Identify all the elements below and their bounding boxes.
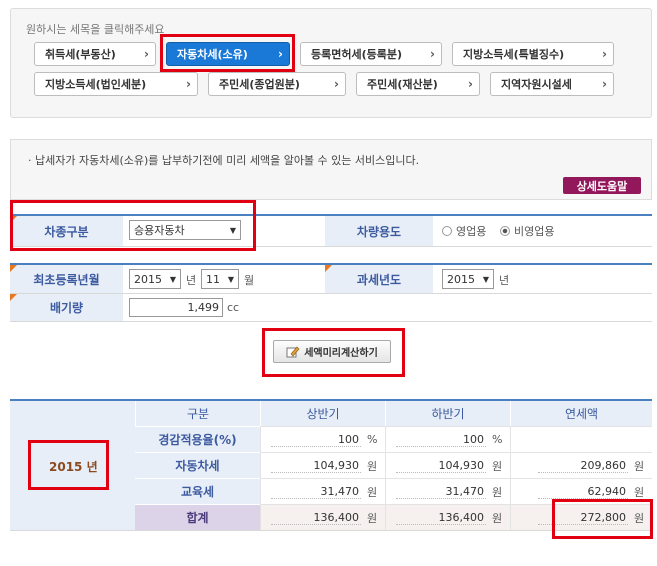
dropdown-arrow-icon: ▼ xyxy=(227,274,234,284)
vehicle-tax-second-half: 104,930 원 xyxy=(385,452,510,478)
vehicle-tax-annual: 209,860 원 xyxy=(510,452,652,478)
required-marker xyxy=(10,294,17,301)
vehicle-use-label: 차량용도 xyxy=(325,216,433,246)
use-option-business[interactable]: 영업용 xyxy=(442,223,486,239)
vehicle-tax-first-half: 104,930 원 xyxy=(260,452,385,478)
month-unit: 월 xyxy=(244,274,255,287)
education-tax-first-half: 31,470 원 xyxy=(260,478,385,504)
tax-button-resident-employee[interactable]: 주민세(종업원분) › xyxy=(208,72,346,96)
highlight-vehicle-type xyxy=(10,200,256,251)
tax-button-resident-property[interactable]: 주민세(재산분) › xyxy=(356,72,480,96)
year-unit: 년 xyxy=(186,274,197,287)
radio-business[interactable] xyxy=(442,226,452,236)
tax-button-local-income-corp[interactable]: 지방소득세(법인세분) › xyxy=(34,72,198,96)
displacement-input[interactable]: 1,499 xyxy=(129,298,223,317)
detailed-help-button[interactable]: 상세도움말 xyxy=(563,177,641,194)
reduction-annual xyxy=(510,426,652,452)
row-label-education-tax: 교육세 xyxy=(135,478,260,504)
highlight-vehicle-tax xyxy=(160,34,295,72)
first-registration-label: 최초등록년월 xyxy=(10,265,123,293)
use-option-non-business[interactable]: 비영업용 xyxy=(500,223,554,239)
reduction-first-half: 100% xyxy=(260,426,385,452)
displacement-unit: cc xyxy=(227,301,240,314)
tax-year-label: 과세년도 xyxy=(325,265,433,293)
col-header-category: 구분 xyxy=(135,401,260,426)
total-second-half: 136,400 원 xyxy=(385,504,510,530)
reduction-second-half: 100% xyxy=(385,426,510,452)
chevron-right-icon: › xyxy=(430,47,435,61)
col-header-first-half: 상반기 xyxy=(260,401,385,426)
chevron-right-icon: › xyxy=(602,77,607,91)
tax-button-regional-resource[interactable]: 지역자원시설세 › xyxy=(490,72,614,96)
required-marker xyxy=(325,265,332,272)
tax-year-select[interactable]: 2015 ▼ xyxy=(442,269,494,289)
tax-year-unit: 년 xyxy=(499,274,510,287)
highlight-calculate-button xyxy=(262,328,405,377)
registration-year-select[interactable]: 2015 ▼ xyxy=(129,269,181,289)
tax-button-acquisition[interactable]: 취득세(부동산) › xyxy=(34,42,156,66)
tax-button-local-income-special[interactable]: 지방소득세(특별징수) › xyxy=(452,42,614,66)
displacement-label: 배기량 xyxy=(10,294,123,321)
tax-button-registration[interactable]: 등록면허세(등록분) › xyxy=(300,42,442,66)
dropdown-arrow-icon: ▼ xyxy=(169,274,176,284)
radio-non-business[interactable] xyxy=(500,226,510,236)
education-tax-second-half: 31,470 원 xyxy=(385,478,510,504)
required-marker xyxy=(10,265,17,272)
highlight-annual-total xyxy=(552,499,653,539)
registration-month-select[interactable]: 11 ▼ xyxy=(201,269,239,289)
col-header-annual: 연세액 xyxy=(510,401,652,426)
chevron-right-icon: › xyxy=(602,47,607,61)
col-header-second-half: 하반기 xyxy=(385,401,510,426)
highlight-year xyxy=(28,440,109,490)
row-label-reduction-rate: 경감적용율(%) xyxy=(135,426,260,452)
dropdown-arrow-icon: ▼ xyxy=(482,274,489,284)
chevron-right-icon: › xyxy=(334,77,339,91)
service-info-box xyxy=(10,139,652,200)
total-first-half: 136,400 원 xyxy=(260,504,385,530)
tax-select-hint: 원하시는 세목을 클릭해주세요 xyxy=(26,23,165,36)
chevron-right-icon: › xyxy=(468,77,473,91)
chevron-right-icon: › xyxy=(186,77,191,91)
row-label-vehicle-tax: 자동차세 xyxy=(135,452,260,478)
service-description: · 납세자가 자동차세(소유)를 납부하기전에 미리 세액을 알아볼 수 있는 … xyxy=(28,154,420,167)
row-label-total: 합계 xyxy=(135,504,260,530)
chevron-right-icon: › xyxy=(144,47,149,61)
